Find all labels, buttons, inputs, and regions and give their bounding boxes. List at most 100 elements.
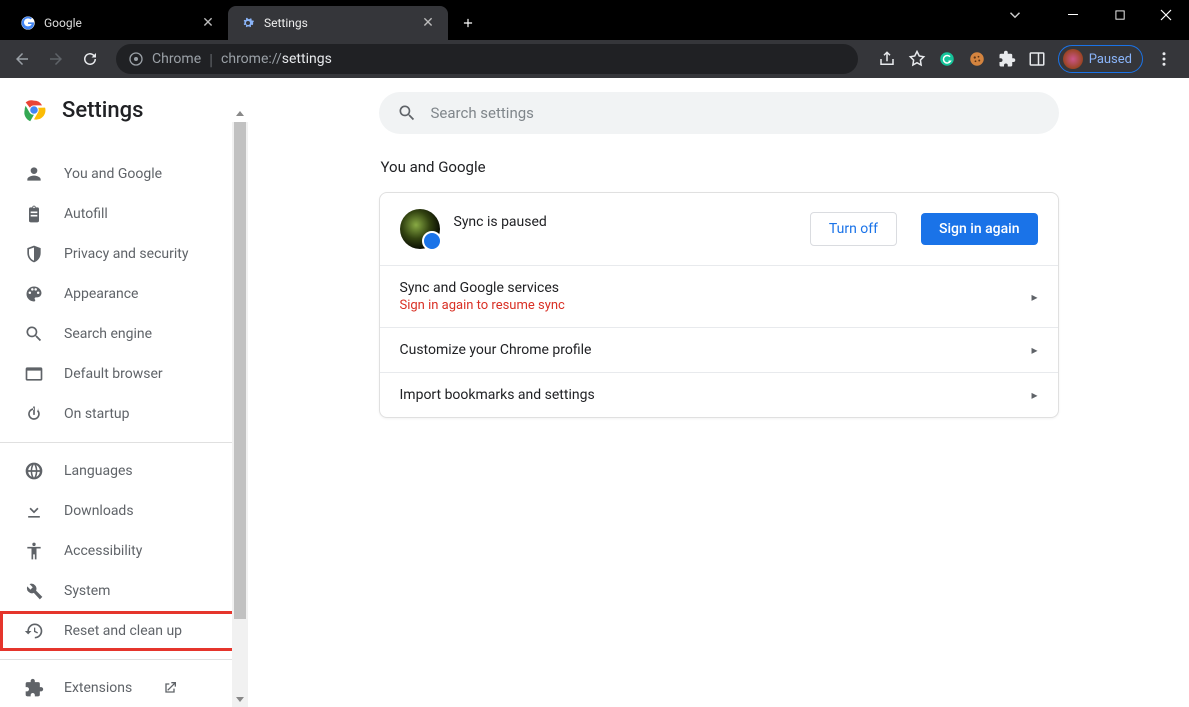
- close-icon[interactable]: ✕: [420, 15, 436, 31]
- chevron-right-icon: ▸: [1031, 343, 1037, 357]
- chevron-right-icon: ▸: [1031, 388, 1037, 402]
- shield-icon: [24, 244, 44, 264]
- sidebar-item-downloads[interactable]: Downloads: [0, 491, 248, 531]
- puzzle-icon: [24, 678, 44, 698]
- close-window-button[interactable]: [1143, 0, 1189, 30]
- chevron-right-icon: ▸: [1031, 290, 1037, 304]
- sidebar-item-privacy-and-security[interactable]: Privacy and security: [0, 234, 248, 274]
- sidebar-item-label: Reset and clean up: [64, 623, 182, 639]
- sidebar-item-label: Search engine: [64, 326, 152, 342]
- row-subtext: Sign in again to resume sync: [400, 298, 1032, 313]
- sidebar-item-label: Autofill: [64, 206, 108, 222]
- sidebar-item-label: Accessibility: [64, 543, 142, 559]
- sidebar-item-you-and-google[interactable]: You and Google: [0, 154, 248, 194]
- sidebar-item-on-startup[interactable]: On startup: [0, 394, 248, 434]
- sidebar-item-autofill[interactable]: Autofill: [0, 194, 248, 234]
- close-icon[interactable]: ✕: [200, 15, 216, 31]
- settings-row-import-bookmarks-and-settings[interactable]: Import bookmarks and settings▸: [380, 373, 1058, 417]
- sidebar-item-appearance[interactable]: Appearance: [0, 274, 248, 314]
- browser-icon: [24, 364, 44, 384]
- sidebar-item-label: On startup: [64, 406, 130, 422]
- profile-avatar-icon: [400, 209, 440, 249]
- sidebar-item-label: Appearance: [64, 286, 138, 302]
- site-info-icon[interactable]: [128, 51, 144, 67]
- row-label: Customize your Chrome profile: [400, 342, 1032, 358]
- browser-toolbar: Chrome | chrome://settings Paused: [0, 40, 1189, 78]
- search-input[interactable]: [431, 104, 1041, 122]
- menu-kebab-icon[interactable]: [1155, 50, 1173, 68]
- external-link-icon: [162, 680, 178, 696]
- globe-icon: [24, 461, 44, 481]
- sidebar-item-label: You and Google: [64, 166, 162, 182]
- tab-search-icon[interactable]: [1006, 6, 1024, 24]
- tab-google[interactable]: Google ✕: [8, 6, 228, 40]
- google-favicon-icon: [20, 15, 36, 31]
- sidebar-scrollbar[interactable]: [232, 122, 248, 707]
- sidebar-item-label: Extensions: [64, 680, 132, 696]
- palette-icon: [24, 284, 44, 304]
- download-icon: [24, 501, 44, 521]
- tab-title: Google: [44, 16, 200, 30]
- settings-row-customize-your-chrome-profile[interactable]: Customize your Chrome profile▸: [380, 328, 1058, 373]
- maximize-button[interactable]: [1097, 0, 1143, 30]
- sidebar-item-reset-and-clean-up[interactable]: Reset and clean up: [0, 611, 248, 651]
- sidebar-item-search-engine[interactable]: Search engine: [0, 314, 248, 354]
- sign-in-again-button[interactable]: Sign in again: [921, 213, 1038, 245]
- turn-off-button[interactable]: Turn off: [810, 212, 897, 246]
- sidebar-item-label: Downloads: [64, 503, 134, 519]
- sidebar-item-extensions[interactable]: Extensions: [0, 668, 248, 707]
- power-icon: [24, 404, 44, 424]
- tab-strip: Google ✕ Settings ✕: [0, 0, 482, 40]
- settings-page: Settings You and Google Autofill Privacy a…: [0, 78, 1189, 707]
- share-icon[interactable]: [878, 50, 896, 68]
- window-titlebar: Google ✕ Settings ✕: [0, 0, 1189, 40]
- back-button[interactable]: [8, 45, 36, 73]
- settings-sidebar: Settings You and Google Autofill Privacy a…: [0, 78, 248, 707]
- new-tab-button[interactable]: [454, 9, 482, 37]
- row-label: Import bookmarks and settings: [400, 387, 1032, 403]
- wrench-icon: [24, 581, 44, 601]
- sidebar-item-label: Languages: [64, 463, 133, 479]
- nav-divider: [0, 442, 248, 443]
- extension-grammarly-icon[interactable]: [938, 50, 956, 68]
- tab-title: Settings: [264, 16, 420, 30]
- nav-list: You and Google Autofill Privacy and securi…: [0, 142, 248, 707]
- restore-icon: [24, 621, 44, 641]
- url-text: chrome://settings: [221, 51, 332, 67]
- profile-status-label: Paused: [1089, 52, 1132, 67]
- you-and-google-card: Sync is paused Turn off Sign in again Sy…: [379, 192, 1059, 418]
- row-label: Sync and Google services: [400, 280, 1032, 296]
- sidebar-header: Settings: [0, 78, 248, 142]
- search-settings[interactable]: [379, 92, 1059, 134]
- bookmark-star-icon[interactable]: [908, 50, 926, 68]
- sidebar-item-default-browser[interactable]: Default browser: [0, 354, 248, 394]
- extensions-puzzle-icon[interactable]: [998, 50, 1016, 68]
- tab-settings[interactable]: Settings ✕: [228, 6, 448, 40]
- avatar-icon: [1063, 49, 1083, 69]
- url-scheme: Chrome: [152, 51, 201, 67]
- clipboard-icon: [24, 204, 44, 224]
- sidebar-item-system[interactable]: System: [0, 571, 248, 611]
- sidebar-item-accessibility[interactable]: Accessibility: [0, 531, 248, 571]
- section-title: You and Google: [381, 158, 1059, 176]
- minimize-button[interactable]: [1051, 0, 1097, 30]
- sidebar-item-languages[interactable]: Languages: [0, 451, 248, 491]
- page-title: Settings: [62, 98, 143, 123]
- chrome-logo-icon: [20, 96, 48, 124]
- address-bar[interactable]: Chrome | chrome://settings: [116, 44, 858, 74]
- search-icon: [24, 324, 44, 344]
- sidebar-item-label: Privacy and security: [64, 246, 188, 262]
- reload-button[interactable]: [76, 45, 104, 73]
- profile-button[interactable]: Paused: [1058, 45, 1143, 73]
- scrollbar-thumb[interactable]: [234, 122, 246, 619]
- side-panel-icon[interactable]: [1028, 50, 1046, 68]
- window-controls: [1051, 0, 1189, 30]
- extension-cookie-icon[interactable]: [968, 50, 986, 68]
- settings-row-sync-and-google-services[interactable]: Sync and Google services Sign in again to…: [380, 266, 1058, 328]
- forward-button[interactable]: [42, 45, 70, 73]
- sidebar-item-label: Default browser: [64, 366, 163, 382]
- search-icon: [397, 103, 417, 123]
- gear-favicon-icon: [240, 15, 256, 31]
- accessibility-icon: [24, 541, 44, 561]
- sync-status-text: Sync is paused: [454, 214, 796, 244]
